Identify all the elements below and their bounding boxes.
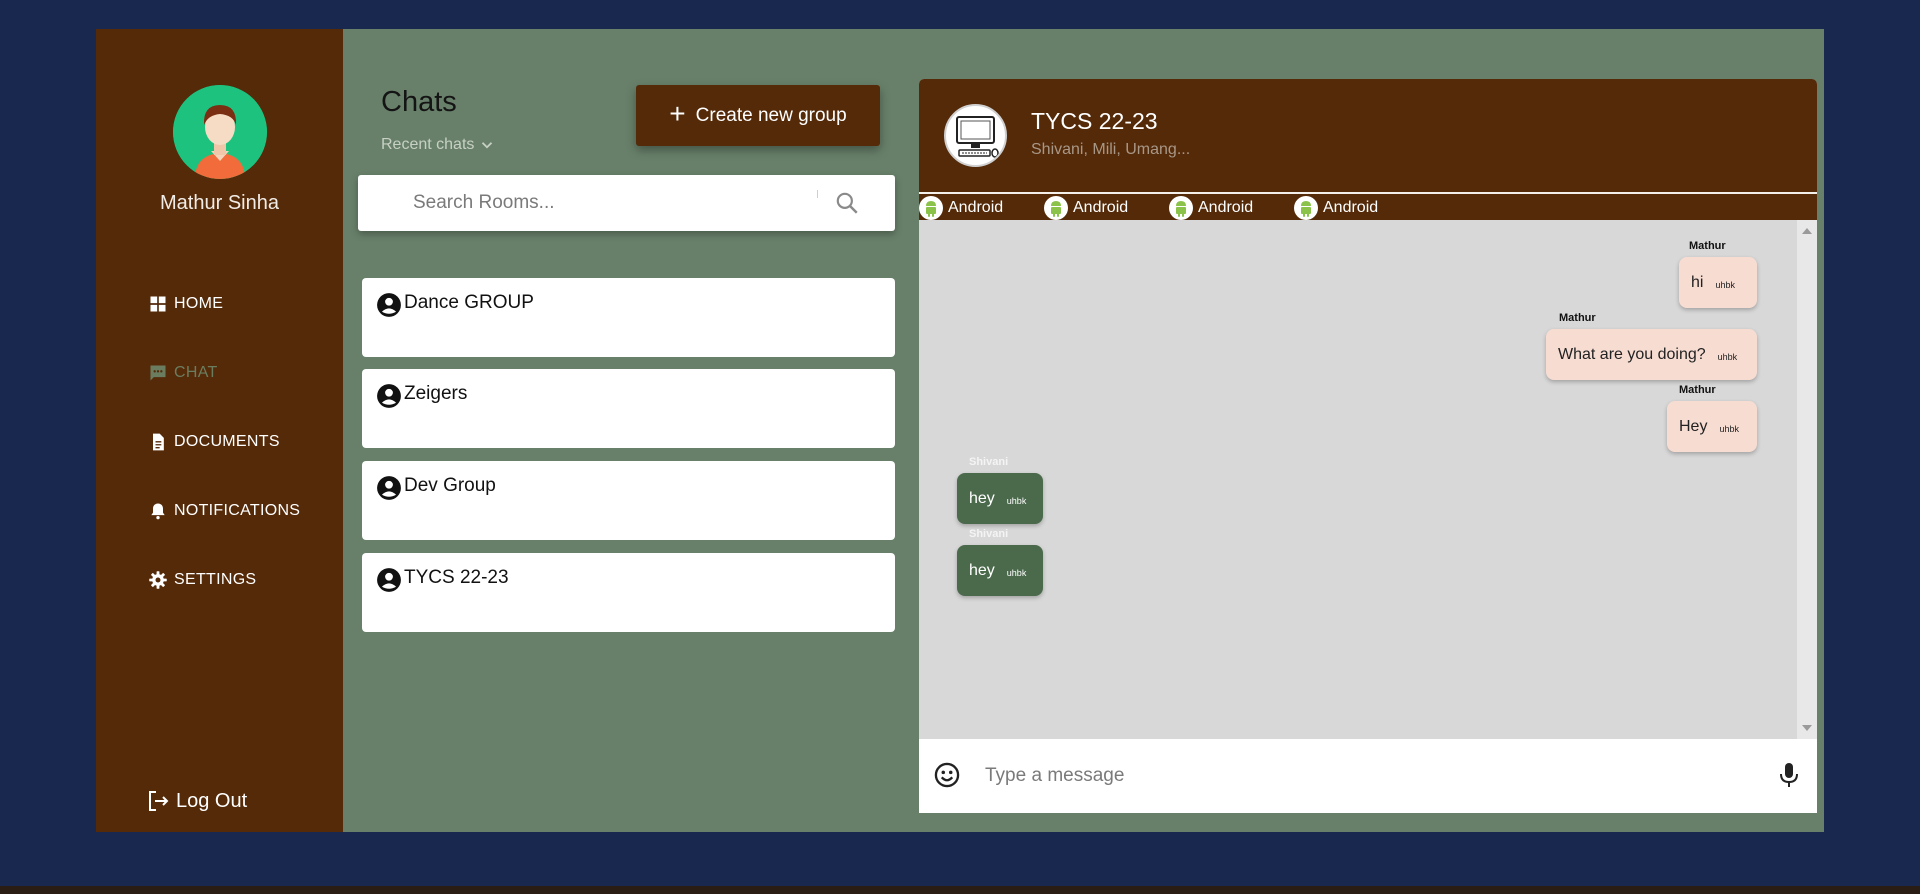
message-text: hey: [969, 489, 995, 507]
account-circle-icon: [377, 476, 401, 500]
scroll-up-arrow-icon[interactable]: [1802, 228, 1812, 234]
dashboard-icon: [150, 296, 166, 312]
message-scrollbar[interactable]: [1797, 220, 1817, 739]
chats-title: Chats: [381, 86, 457, 118]
conversation-title: TYCS 22-23: [1031, 108, 1158, 134]
android-tag[interactable]: Android: [919, 196, 1003, 220]
android-icon: [919, 196, 943, 220]
search-rooms-input[interactable]: [413, 185, 813, 221]
message-text: hey: [969, 561, 995, 579]
message-time: uhbk: [1717, 351, 1738, 362]
recent-chats-dropdown[interactable]: Recent chats: [381, 136, 496, 154]
chat-panel: TYCS 22-23 Shivani, Mili, Umang... Andro…: [919, 79, 1817, 813]
message-time: uhbk: [1006, 567, 1027, 578]
android-icon: [1044, 196, 1068, 220]
nav-label-settings: SETTINGS: [174, 571, 257, 588]
android-tag[interactable]: Android: [1044, 196, 1128, 220]
android-icon: [1294, 196, 1318, 220]
sidebar: Mathur Sinha HOME CHAT DOCUMENTS NOTIFIC…: [96, 29, 343, 832]
create-new-group-label: Create new group: [695, 104, 847, 126]
nav-item-notifications[interactable]: NOTIFICATIONS: [148, 501, 300, 521]
room-name: Zeigers: [404, 383, 468, 404]
nav-label-home: HOME: [174, 295, 224, 312]
conversation-members: Shivani, Mili, Umang...: [1031, 141, 1191, 158]
message-sender: Mathur: [1689, 240, 1726, 252]
message-bubble-received: hey uhbk: [957, 473, 1043, 524]
message-composer: [919, 739, 1817, 813]
user-name: Mathur Sinha: [160, 192, 279, 214]
android-icon: [1169, 196, 1193, 220]
message-bubble-sent: Hey uhbk: [1667, 401, 1757, 452]
account-circle-icon: [377, 384, 401, 408]
message-time: uhbk: [1715, 279, 1735, 290]
user-avatar[interactable]: [173, 85, 267, 179]
person-avatar-icon: [173, 85, 267, 179]
android-tag-label: Android: [1323, 199, 1379, 216]
message-text: hi: [1691, 273, 1704, 291]
room-item-tycs-22-23[interactable]: TYCS 22-23: [362, 553, 895, 632]
android-tag-label: Android: [948, 199, 1004, 216]
search-rooms-box: [358, 175, 895, 231]
android-tag[interactable]: Android: [1294, 196, 1378, 220]
nav-item-settings[interactable]: SETTINGS: [148, 570, 256, 590]
nav-item-chat[interactable]: CHAT: [148, 363, 218, 383]
message-sender: Mathur: [1679, 384, 1716, 396]
message-sender: Shivani: [969, 456, 1009, 468]
bell-icon: [151, 503, 165, 520]
message-time: uhbk: [1006, 495, 1027, 506]
bottom-strip: [0, 886, 1920, 894]
nav-label-documents: DOCUMENTS: [174, 433, 280, 450]
room-item-zeigers[interactable]: Zeigers: [362, 369, 895, 448]
chevron-down-icon: [482, 142, 493, 149]
nav-item-home[interactable]: HOME: [148, 294, 223, 314]
account-circle-icon: [377, 568, 401, 592]
nav-label-notifications: NOTIFICATIONS: [174, 502, 301, 519]
message-sender: Mathur: [1559, 312, 1596, 324]
room-name: Dance GROUP: [404, 292, 534, 313]
room-item-dance-group[interactable]: Dance GROUP: [362, 278, 895, 357]
account-circle-icon: [377, 293, 401, 317]
app-window: Mathur Sinha HOME CHAT DOCUMENTS NOTIFIC…: [96, 29, 1824, 832]
message-text: Hey: [1679, 417, 1708, 435]
scroll-down-arrow-icon[interactable]: [1802, 725, 1812, 731]
message-bubble-sent: What are you doing? uhbk: [1546, 329, 1757, 380]
message-bubble-sent: hi uhbk: [1679, 257, 1757, 308]
nav-item-documents[interactable]: DOCUMENTS: [148, 432, 280, 452]
computer-icon: [956, 116, 999, 158]
room-name: Dev Group: [404, 475, 496, 496]
room-name: TYCS 22-23: [404, 567, 509, 588]
logout-icon: [149, 791, 169, 811]
message-time: uhbk: [1719, 423, 1739, 434]
message-bubble-received: hey uhbk: [957, 545, 1043, 596]
message-sender: Shivani: [969, 528, 1009, 540]
plus-icon: +: [669, 98, 686, 129]
group-avatar[interactable]: [944, 104, 1007, 167]
gear-icon: [149, 571, 167, 589]
android-tag-label: Android: [1198, 199, 1254, 216]
member-tags-bar: Android Android Android Android: [919, 194, 1817, 220]
message-text: What are you doing?: [1558, 345, 1706, 363]
android-tag-label: Android: [1073, 199, 1129, 216]
create-new-group-button[interactable]: + Create new group: [636, 85, 880, 146]
logout-button[interactable]: Log Out: [146, 789, 247, 813]
recent-chats-label: Recent chats: [381, 136, 475, 153]
message-list: Mathur hi uhbk Mathur What are you doing…: [919, 220, 1797, 739]
room-item-dev-group[interactable]: Dev Group: [362, 461, 895, 540]
logout-label: Log Out: [176, 789, 248, 812]
message-input[interactable]: [985, 757, 1745, 795]
search-divider: [817, 190, 818, 198]
chat-icon: [150, 365, 166, 381]
search-icon[interactable]: [834, 190, 860, 216]
nav-label-chat: CHAT: [174, 364, 218, 381]
android-tag[interactable]: Android: [1169, 196, 1253, 220]
document-icon: [153, 433, 164, 451]
chat-header: TYCS 22-23 Shivani, Mili, Umang...: [919, 79, 1817, 192]
microphone-icon[interactable]: [1777, 761, 1801, 789]
emoji-icon[interactable]: [933, 761, 961, 789]
